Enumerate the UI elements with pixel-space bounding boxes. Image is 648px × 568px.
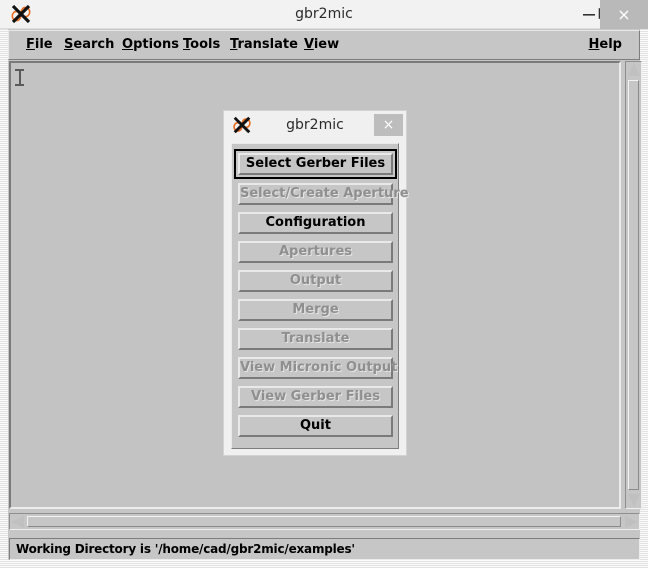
scroll-up-arrow-icon[interactable] bbox=[628, 63, 640, 76]
window-frame-bottom bbox=[0, 560, 648, 568]
close-button[interactable]: × bbox=[600, 0, 648, 29]
quit-button[interactable]: Quit bbox=[238, 415, 393, 437]
merge-button[interactable]: Merge bbox=[238, 299, 393, 321]
menu-file[interactable]: File bbox=[19, 34, 60, 56]
view-gerber-files-button[interactable]: View Gerber Files bbox=[238, 386, 393, 408]
menu-help[interactable]: Help bbox=[582, 34, 629, 56]
close-icon: × bbox=[617, 5, 631, 24]
main-window: gbr2mic × File Search Options Tools Tran… bbox=[0, 0, 648, 568]
menu-view[interactable]: View bbox=[297, 34, 346, 56]
menu-search[interactable]: Search bbox=[57, 34, 121, 56]
dialog-titlebar: gbr2mic × bbox=[224, 111, 406, 141]
select-gerber-files-focus-ring: Select Gerber Files bbox=[234, 149, 397, 179]
menu-translate[interactable]: Translate bbox=[223, 34, 305, 56]
scroll-down-arrow-icon[interactable] bbox=[628, 494, 640, 507]
apertures-button[interactable]: Apertures bbox=[238, 241, 393, 263]
configuration-button[interactable]: Configuration bbox=[238, 212, 393, 234]
window-frame-left bbox=[0, 29, 8, 568]
scroll-left-arrow-icon[interactable] bbox=[11, 516, 24, 528]
gbr2mic-dialog: gbr2mic × Select Gerber Files Select/Cre… bbox=[223, 110, 409, 456]
text-caret bbox=[15, 69, 24, 86]
translate-button[interactable]: Translate bbox=[238, 328, 393, 350]
scroll-right-arrow-icon[interactable] bbox=[625, 516, 638, 528]
status-text: Working Directory is '/home/cad/gbr2mic/… bbox=[16, 542, 355, 556]
window-title: gbr2mic bbox=[295, 6, 353, 22]
window-titlebar: gbr2mic × bbox=[0, 0, 648, 29]
menubar: File Search Options Tools Translate View… bbox=[8, 30, 640, 60]
vertical-scroll-thumb[interactable] bbox=[628, 80, 639, 490]
horizontal-scroll-thumb[interactable] bbox=[27, 516, 621, 527]
select-gerber-files-button[interactable]: Select Gerber Files bbox=[238, 153, 393, 175]
horizontal-scrollbar[interactable] bbox=[9, 513, 640, 530]
vertical-scrollbar[interactable] bbox=[625, 61, 642, 509]
dialog-close-icon: × bbox=[382, 117, 395, 133]
output-button[interactable]: Output bbox=[238, 270, 393, 292]
dialog-close-button[interactable]: × bbox=[374, 114, 403, 136]
status-bar: Working Directory is '/home/cad/gbr2mic/… bbox=[9, 538, 640, 560]
view-micronic-output-button[interactable]: View Micronic Output bbox=[238, 357, 397, 379]
menu-tools[interactable]: Tools bbox=[176, 34, 227, 56]
select-create-aperture-button[interactable]: Select/Create Aperture bbox=[238, 183, 409, 205]
dialog-body: Select Gerber Files Select/Create Apertu… bbox=[231, 143, 409, 449]
